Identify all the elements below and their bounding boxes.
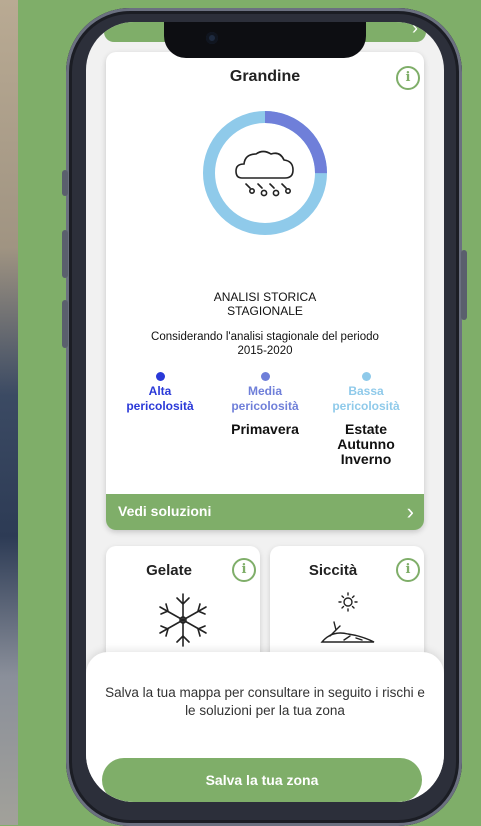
info-icon[interactable]: i — [396, 66, 420, 90]
save-zone-button[interactable]: Salva la tua zona — [102, 758, 422, 802]
hazard-card: Grandine i ANALISI STORICA STAGIONALE Co… — [106, 52, 424, 530]
hazard-card-title: Siccità — [308, 562, 358, 579]
legend-dot-high — [155, 372, 165, 381]
period-line-1: Considerando l'analisi stagionale del pe… — [151, 331, 379, 343]
snowflake-icon — [159, 593, 207, 647]
analysis-line-1: ANALISI STORICA — [213, 290, 317, 304]
season-low: Estate Autunno Inverno — [337, 421, 395, 467]
app-screen: › Grandine i ANALISI STORICA STAGIONALE … — [86, 22, 444, 802]
legend-low: Bassa pericolosità Estate Autunno Invern… — [316, 372, 416, 467]
volume-up-button — [62, 230, 68, 278]
analysis-line-2: STAGIONALE — [227, 304, 303, 318]
season-medium: Primavera — [231, 421, 299, 437]
legend-high: Alta pericolosità — [110, 372, 210, 414]
legend-label-medium: Media pericolosità — [231, 384, 299, 413]
info-icon[interactable]: i — [396, 558, 420, 582]
power-button — [461, 250, 467, 320]
chevron-right-icon: › — [406, 499, 414, 524]
hail-cloud-icon — [235, 150, 294, 197]
legend-label-high: Alta pericolosità — [126, 384, 194, 413]
drought-icon — [320, 592, 375, 643]
camera — [206, 32, 218, 44]
chevron-right-icon: › — [412, 22, 418, 38]
period-line-2: 2015-2020 — [237, 345, 293, 357]
notch — [164, 22, 366, 58]
background-photo — [0, 0, 18, 825]
legend-dot-medium — [260, 372, 270, 381]
risk-donut-chart — [203, 111, 327, 235]
mute-button — [62, 170, 68, 196]
legend-medium: Media pericolosità Primavera — [215, 372, 315, 437]
info-icon[interactable]: i — [232, 558, 256, 582]
legend-label-low: Bassa pericolosità — [332, 384, 400, 413]
save-zone-sheet: Salva la tua mappa per consultare in seg… — [86, 652, 444, 802]
see-solutions-label: Vedi soluzioni — [118, 503, 212, 519]
volume-down-button — [62, 300, 68, 348]
save-zone-message: Salva la tua mappa per consultare in seg… — [105, 685, 425, 718]
analysis-title: ANALISI STORICA STAGIONALE — [106, 290, 424, 318]
hazard-title: Grandine — [229, 68, 301, 85]
see-solutions-button[interactable]: Vedi soluzioni › — [106, 494, 424, 530]
legend-dot-low — [361, 372, 371, 381]
hazard-card-title: Gelate — [146, 562, 192, 579]
analysis-period: Considerando l'analisi stagionale del pe… — [106, 330, 424, 358]
